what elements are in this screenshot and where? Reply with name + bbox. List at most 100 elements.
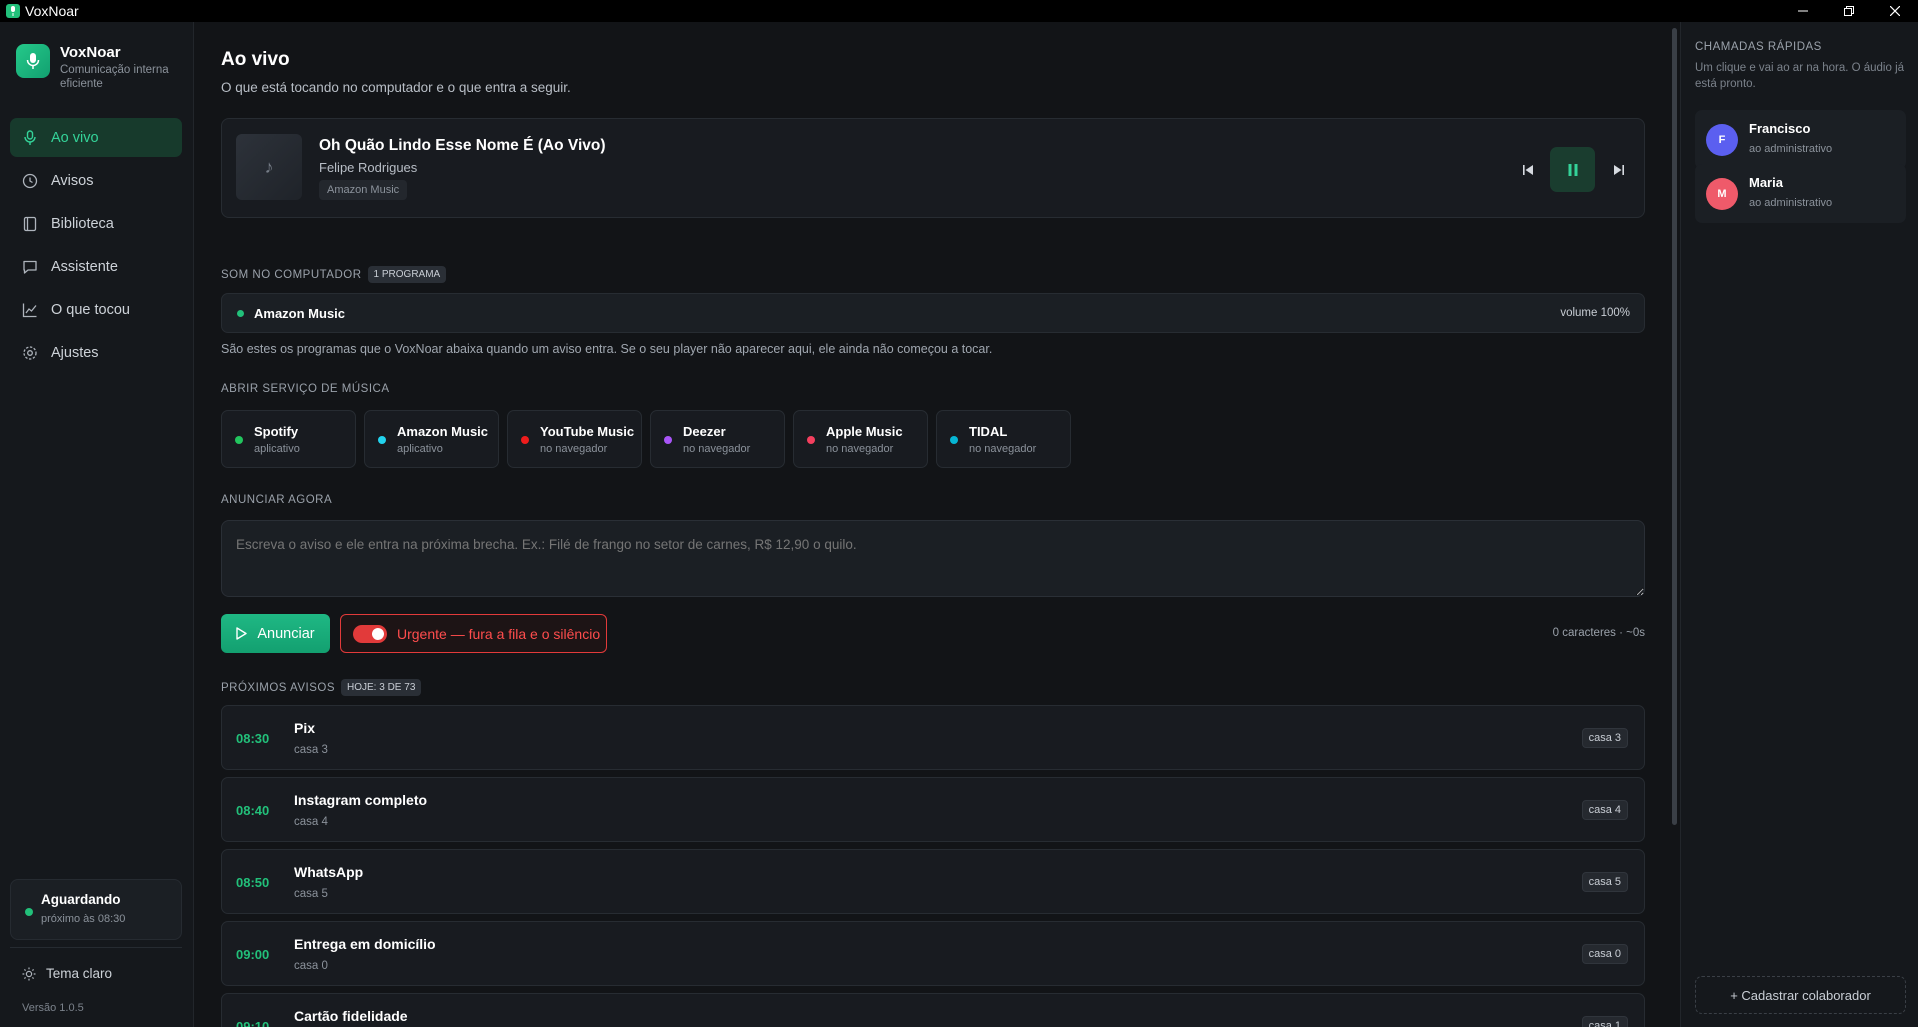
service-name: Amazon Music — [397, 424, 489, 439]
minimize-button[interactable] — [1780, 0, 1826, 22]
section-title: SOM NO COMPUTADOR — [221, 269, 362, 281]
play-icon — [236, 627, 248, 640]
announce-section-label: ANUNCIAR AGORA — [221, 494, 333, 506]
theme-toggle-label: Tema claro — [46, 966, 113, 981]
service-name: TIDAL — [969, 424, 1008, 439]
sidebar-item-label: Ao vivo — [51, 129, 99, 146]
announce-input[interactable] — [221, 520, 1645, 597]
service-type: no navegador — [540, 443, 608, 455]
announcement-slot-badge: casa 5 — [1581, 872, 1628, 892]
close-button[interactable] — [1872, 0, 1918, 22]
previous-track-button[interactable] — [1505, 147, 1550, 192]
mic-icon — [22, 129, 38, 146]
list-item[interactable]: 08:40 Instagram completo casa 4 casa 4 — [221, 777, 1645, 842]
service-type: aplicativo — [254, 443, 300, 455]
urgent-toggle[interactable]: Urgente — fura a fila e o silêncio — [340, 614, 607, 653]
section-title: PRÓXIMOS AVISOS — [221, 682, 336, 694]
sun-icon — [22, 967, 36, 981]
service-card[interactable]: Amazon Music aplicativo — [364, 410, 499, 468]
avatar: F — [1706, 124, 1738, 156]
service-color-dot — [235, 436, 243, 444]
chat-icon — [22, 259, 38, 275]
queue-section-label: PRÓXIMOS AVISOS HOJE: 3 DE 73 — [221, 679, 422, 696]
announce-button[interactable]: Anunciar — [221, 614, 330, 653]
character-counter: 0 caracteres · ~0s — [1552, 627, 1645, 639]
pause-button[interactable] — [1550, 147, 1595, 192]
announce-button-label: Anunciar — [257, 625, 315, 642]
announcement-slot-badge: casa 4 — [1581, 800, 1628, 820]
next-track-button[interactable] — [1596, 147, 1641, 192]
clock-icon — [22, 173, 38, 189]
sidebar-item-label: O que tocou — [51, 301, 130, 318]
service-card[interactable]: TIDAL no navegador — [936, 410, 1071, 468]
service-card[interactable]: Apple Music no navegador — [793, 410, 928, 468]
announcement-sub: casa 4 — [294, 816, 328, 828]
status-title: Aguardando — [41, 892, 121, 907]
service-color-dot — [664, 436, 672, 444]
list-item[interactable]: 08:50 WhatsApp casa 5 casa 5 — [221, 849, 1645, 914]
services-section-label: ABRIR SERVIÇO DE MÚSICA — [221, 383, 390, 395]
restore-button[interactable] — [1826, 0, 1872, 22]
track-title: Oh Quão Lindo Esse Nome É (Ao Vivo) — [319, 137, 606, 154]
service-name: Apple Music — [826, 424, 903, 439]
upcoming-announcements: 08:30 Pix casa 3 casa 3 08:40 Instagram compl… — [221, 705, 1645, 1027]
announcement-title: Pix — [294, 720, 316, 736]
add-collaborator-button[interactable]: + Cadastrar colaborador — [1695, 976, 1906, 1014]
program-count-badge: 1 PROGRAMA — [367, 266, 447, 283]
sidebar-nav: Ao vivo Avisos Biblioteca Assistente O q… — [10, 118, 182, 376]
track-artist: Felipe Rodrigues — [319, 160, 418, 175]
main-scrollbar[interactable] — [1672, 28, 1677, 825]
contact-name: Francisco — [1749, 121, 1811, 136]
list-item[interactable]: 08:30 Pix casa 3 casa 3 — [221, 705, 1645, 770]
main-content: Ao vivo O que está tocando no computador… — [195, 22, 1673, 1027]
skip-forward-icon — [1613, 164, 1624, 175]
sound-hint: São estes os programas que o VoxNoar aba… — [221, 342, 993, 356]
contact-name: Maria — [1749, 175, 1783, 190]
quick-calls-title: CHAMADAS RÁPIDAS — [1695, 41, 1822, 53]
quick-calls-subtitle: Um clique e vai ao ar na hora. O áudio j… — [1695, 62, 1905, 90]
sidebar-item-label: Ajustes — [51, 344, 99, 361]
status-card: Aguardando próximo às 08:30 — [10, 879, 182, 940]
music-note-icon: ♪ — [236, 134, 302, 200]
sidebar-item-avisos[interactable]: Avisos — [10, 161, 182, 200]
list-item[interactable]: 09:10Cartão fidelidadecasa 1casa 1 — [221, 993, 1645, 1027]
service-card[interactable]: YouTube Music no navegador — [507, 410, 642, 468]
audio-program-row[interactable]: Amazon Music volume 100% — [221, 293, 1645, 333]
brand-mic-icon — [16, 44, 50, 78]
sidebar-item-o-que-tocou[interactable]: O que tocou — [10, 290, 182, 329]
service-name: Spotify — [254, 424, 299, 439]
now-playing-card: ♪ Oh Quão Lindo Esse Nome É (Ao Vivo) Fe… — [221, 118, 1645, 218]
service-color-dot — [950, 436, 958, 444]
announcement-sub: casa 3 — [294, 744, 328, 756]
pause-icon — [1568, 163, 1577, 176]
sidebar-item-assistente[interactable]: Assistente — [10, 247, 182, 286]
announcement-slot-badge: casa 0 — [1581, 944, 1628, 964]
track-source-badge: Amazon Music — [319, 180, 408, 200]
service-color-dot — [807, 436, 815, 444]
queue-count-badge: HOJE: 3 DE 73 — [341, 679, 422, 696]
book-icon — [22, 216, 38, 232]
list-item[interactable]: 09:00 Entrega em domicílio casa 0 casa 0 — [221, 921, 1645, 986]
service-card[interactable]: Spotify aplicativo — [221, 410, 356, 468]
service-type: no navegador — [969, 443, 1037, 455]
announcement-time: 08:50 — [236, 875, 270, 890]
urgent-label: Urgente — fura a fila e o silêncio — [397, 625, 601, 642]
announcement-time: 09:10 — [236, 1019, 270, 1027]
announcement-title: WhatsApp — [294, 864, 364, 880]
sidebar-item-ajustes[interactable]: Ajustes — [10, 333, 182, 372]
quick-call-contact[interactable]: F Francisco ao administrativo — [1695, 110, 1906, 169]
brand-tagline: Comunicação interna eficiente — [60, 64, 169, 90]
urgent-switch[interactable] — [353, 624, 387, 643]
brand-name: VoxNoar — [60, 44, 121, 61]
service-color-dot — [521, 436, 529, 444]
sidebar-item-ao-vivo[interactable]: Ao vivo — [10, 118, 182, 157]
service-color-dot — [378, 436, 386, 444]
theme-toggle-button[interactable]: Tema claro — [22, 966, 112, 981]
service-card[interactable]: Deezer no navegador — [650, 410, 785, 468]
program-volume: volume 100% — [1560, 307, 1630, 319]
quick-call-contact[interactable]: M Maria ao administrativo — [1695, 164, 1906, 223]
sidebar-item-biblioteca[interactable]: Biblioteca — [10, 204, 182, 243]
announcement-sub: casa 5 — [294, 888, 328, 900]
service-type: aplicativo — [397, 443, 443, 455]
page-title: Ao vivo — [221, 49, 290, 70]
